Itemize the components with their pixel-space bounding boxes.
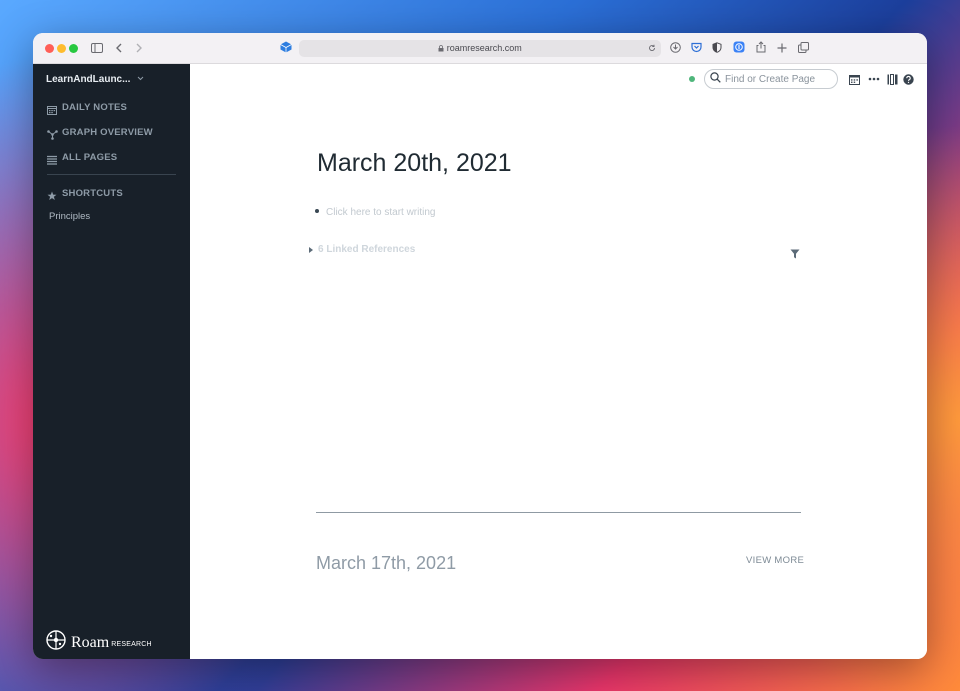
browser-toolbar: roamresearch.com	[33, 33, 927, 64]
reload-icon[interactable]	[648, 40, 656, 57]
block-bullet[interactable]	[315, 209, 319, 213]
empty-block-placeholder[interactable]: Click here to start writing	[326, 207, 435, 218]
browser-window: roamresearch.com LearnAndLaunc... DAILY …	[33, 33, 927, 659]
forward-icon[interactable]	[131, 41, 147, 57]
linked-references-label: 6 Linked References	[318, 244, 416, 255]
roam-logo: Roam RESEARCH	[46, 630, 152, 655]
calendar-icon	[47, 102, 57, 115]
filter-icon[interactable]	[790, 246, 800, 259]
sidebar-item-graph-overview[interactable]: GRAPH OVERVIEW	[47, 125, 153, 140]
graph-switcher[interactable]: LearnAndLaunc...	[46, 74, 144, 85]
daily-notes-calendar-icon[interactable]	[849, 72, 861, 85]
help-icon[interactable]	[903, 72, 915, 85]
main-content: March 20th, 2021 Click here to start wri…	[190, 64, 927, 659]
sidebar-toggle-icon[interactable]	[89, 41, 105, 57]
zoom-window-button[interactable]	[69, 44, 78, 53]
star-icon	[47, 188, 57, 200]
list-icon	[47, 152, 57, 165]
sidebar-item-label: GRAPH OVERVIEW	[62, 126, 153, 138]
back-icon[interactable]	[111, 41, 127, 57]
page-title[interactable]: March 20th, 2021	[317, 149, 512, 178]
sidebar-item-label: ALL PAGES	[62, 151, 118, 163]
sidebar-item-all-pages[interactable]: ALL PAGES	[47, 150, 118, 165]
url-text: roamresearch.com	[446, 43, 522, 53]
roam-logo-subtitle: RESEARCH	[111, 640, 152, 648]
tab-overview-icon[interactable]	[795, 41, 811, 57]
caret-right-icon	[309, 246, 313, 253]
password-manager-icon[interactable]	[731, 41, 747, 57]
roam-logo-word: Roam	[71, 633, 110, 651]
minimize-window-button[interactable]	[57, 44, 66, 53]
previous-day-title[interactable]: March 17th, 2021	[316, 553, 456, 574]
sidebar-shortcuts-header: SHORTCUTS	[47, 186, 123, 200]
pocket-icon[interactable]	[688, 41, 704, 57]
sidebar: LearnAndLaunc... DAILY NOTES GRAPH OVERV…	[33, 64, 190, 659]
privacy-shield-icon[interactable]	[709, 41, 725, 57]
extension-cube-icon[interactable]	[278, 41, 294, 57]
download-icon[interactable]	[667, 41, 683, 57]
more-options-icon[interactable]	[868, 72, 880, 84]
sidebar-item-daily-notes[interactable]: DAILY NOTES	[47, 100, 128, 115]
linked-references-toggle[interactable]: 6 Linked References	[309, 244, 415, 255]
sidebar-item-label: DAILY NOTES	[62, 101, 128, 113]
new-tab-icon[interactable]	[774, 41, 790, 57]
share-icon[interactable]	[753, 41, 769, 57]
right-sidebar-toggle-icon[interactable]	[887, 72, 899, 85]
search-input[interactable]	[725, 73, 835, 85]
close-window-button[interactable]	[45, 44, 54, 53]
roam-logo-icon	[46, 630, 66, 655]
graph-icon	[47, 127, 58, 140]
lock-icon	[438, 43, 447, 53]
graph-name: LearnAndLaunc...	[46, 74, 131, 85]
address-bar[interactable]: roamresearch.com	[299, 40, 661, 57]
chevron-down-icon	[137, 74, 144, 85]
sync-status-indicator	[689, 76, 695, 82]
sidebar-divider	[47, 174, 176, 175]
shortcut-principles[interactable]: Principles	[49, 211, 90, 222]
view-more-button[interactable]: VIEW MORE	[746, 555, 804, 566]
search-box[interactable]	[704, 69, 838, 89]
page-divider	[316, 512, 801, 513]
search-icon	[710, 70, 721, 88]
sidebar-item-label: SHORTCUTS	[62, 187, 123, 199]
